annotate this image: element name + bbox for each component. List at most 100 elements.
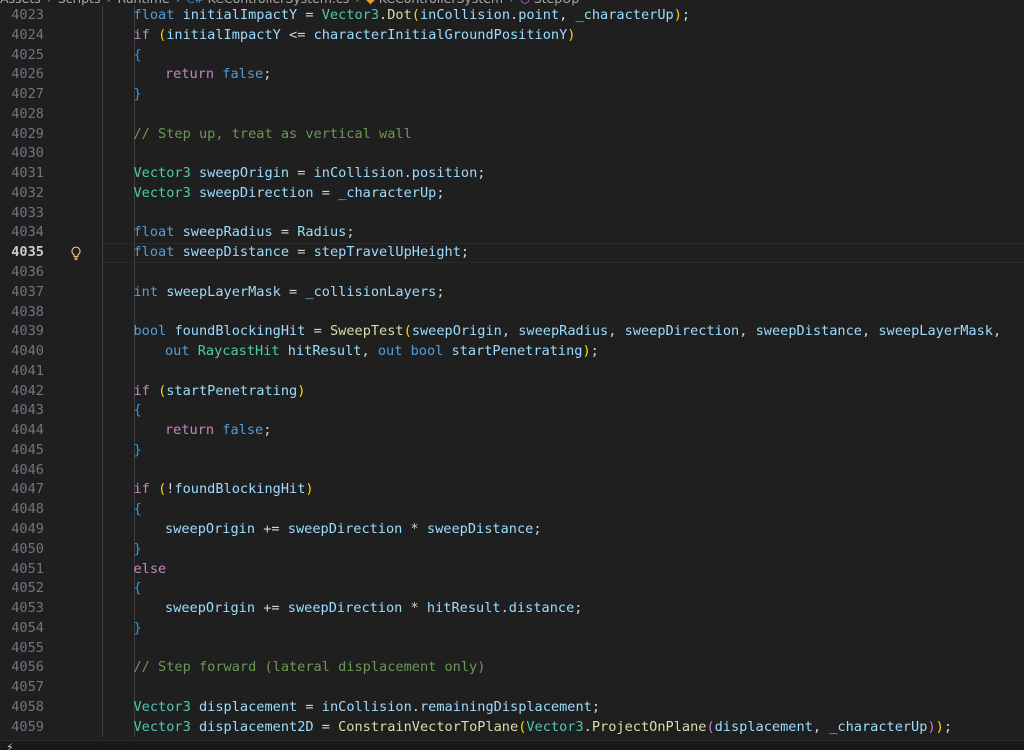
line-number[interactable]: 4037	[0, 283, 44, 303]
code-text[interactable]: {	[134, 46, 142, 66]
code-text[interactable]: sweepOrigin += sweepDirection * hitResul…	[165, 599, 582, 619]
line-number[interactable]: 4032	[0, 184, 44, 204]
code-line[interactable]: 4048 {	[0, 500, 1024, 521]
code-line[interactable]: 4059 Vector3 displacement2D = ConstrainVe…	[0, 717, 1024, 738]
line-number[interactable]: 4038	[0, 303, 44, 323]
code-line[interactable]: 4039 bool foundBlockingHit = SweepTest(sw…	[0, 322, 1024, 343]
code-line[interactable]: 4054}	[0, 618, 1024, 639]
line-number[interactable]: 4048	[0, 500, 44, 520]
code-text[interactable]: bool foundBlockingHit = SweepTest(sweepO…	[134, 322, 1002, 342]
line-number[interactable]: 4028	[0, 105, 44, 125]
code-line[interactable]: 4025 {	[0, 45, 1024, 66]
code-line[interactable]: 4050}	[0, 539, 1024, 560]
code-line[interactable]: 4049 sweepOrigin += sweepDirection * swee…	[0, 520, 1024, 540]
code-text[interactable]: float initialImpactY = Vector3.Dot(inCol…	[134, 6, 691, 26]
lightbulb-icon[interactable]	[68, 245, 84, 261]
line-number[interactable]: 4045	[0, 441, 44, 461]
code-line[interactable]: 4055	[0, 638, 1024, 659]
code-line[interactable]: 4037 int sweepLayerMask = _collisionLayer…	[0, 282, 1024, 303]
line-number[interactable]: 4058	[0, 698, 44, 718]
code-line[interactable]: 4056 // Step forward (lateral displacemen…	[0, 658, 1024, 679]
code-text[interactable]: Vector3 sweepOrigin = inCollision.positi…	[134, 164, 486, 184]
code-line[interactable]: 4047 if (!foundBlockingHit)	[0, 480, 1024, 501]
code-line[interactable]: 4033	[0, 203, 1024, 224]
code-line[interactable]: 4051 else	[0, 559, 1024, 580]
code-line[interactable]: 4057	[0, 678, 1024, 698]
code-text[interactable]: float sweepDistance = stepTravelUpHeight…	[134, 243, 470, 263]
code-line[interactable]: 4023 float initialImpactY = Vector3.Dot(i…	[0, 6, 1024, 26]
line-number[interactable]: 4027	[0, 85, 44, 105]
code-line[interactable]: 4038	[0, 302, 1024, 323]
code-line[interactable]: 4052 {	[0, 579, 1024, 600]
code-line[interactable]: 4029 // Step up, treat as vertical wall	[0, 124, 1024, 145]
line-number[interactable]: 4031	[0, 164, 44, 184]
line-number[interactable]: 4046	[0, 461, 44, 481]
line-number[interactable]: 4053	[0, 599, 44, 619]
code-line[interactable]: 4035 float sweepDistance = stepTravelUpHe…	[0, 243, 1024, 263]
code-text[interactable]: // Step up, treat as vertical wall	[134, 125, 412, 145]
line-number[interactable]: 4025	[0, 46, 44, 66]
code-text[interactable]: else	[134, 560, 167, 580]
code-text[interactable]: return false;	[165, 65, 271, 85]
code-line[interactable]: 4028	[0, 104, 1024, 125]
line-number[interactable]: 4023	[0, 6, 44, 26]
code-text[interactable]: }	[134, 540, 142, 560]
line-number[interactable]: 4054	[0, 619, 44, 639]
line-number[interactable]: 4055	[0, 639, 44, 659]
code-line[interactable]: 4040 out RaycastHit hitResult, out bool s…	[0, 342, 1024, 362]
line-number[interactable]: 4057	[0, 678, 44, 698]
code-text[interactable]: if (!foundBlockingHit)	[134, 480, 314, 500]
code-line[interactable]: 4041	[0, 361, 1024, 382]
code-text[interactable]: {	[134, 401, 142, 421]
line-number[interactable]: 4034	[0, 223, 44, 243]
code-text[interactable]: Vector3 sweepDirection = _characterUp;	[134, 184, 445, 204]
code-text[interactable]: }	[134, 85, 142, 105]
code-line[interactable]: 4024 if (initialImpactY <= characterIniti…	[0, 25, 1024, 46]
code-text[interactable]: if (initialImpactY <= characterInitialGr…	[134, 26, 576, 46]
code-text[interactable]: }	[134, 619, 142, 639]
line-number[interactable]: 4030	[0, 144, 44, 164]
code-text[interactable]: {	[134, 579, 142, 599]
line-number[interactable]: 4033	[0, 204, 44, 224]
code-text[interactable]: {	[134, 500, 142, 520]
line-number[interactable]: 4026	[0, 65, 44, 85]
line-number[interactable]: 4044	[0, 421, 44, 441]
code-line[interactable]: 4046	[0, 460, 1024, 481]
line-number[interactable]: 4040	[0, 342, 44, 362]
line-number[interactable]: 4024	[0, 26, 44, 46]
line-number[interactable]: 4043	[0, 401, 44, 421]
code-text[interactable]: sweepOrigin += sweepDirection * sweepDis…	[165, 520, 542, 540]
line-number[interactable]: 4039	[0, 322, 44, 342]
code-line[interactable]: 4042 if (startPenetrating)	[0, 381, 1024, 402]
code-line[interactable]: 4031 Vector3 sweepOrigin = inCollision.po…	[0, 164, 1024, 184]
code-line[interactable]: 4026 return false;	[0, 65, 1024, 86]
code-text[interactable]: // Step forward (lateral displacement on…	[134, 658, 486, 678]
code-text[interactable]: int sweepLayerMask = _collisionLayers;	[134, 283, 445, 303]
code-text[interactable]: Vector3 displacement = inCollision.remai…	[134, 698, 601, 718]
line-number[interactable]: 4041	[0, 362, 44, 382]
code-text[interactable]: }	[134, 441, 142, 461]
code-text[interactable]: Vector3 displacement2D = ConstrainVector…	[134, 718, 953, 738]
code-line[interactable]: 4034 float sweepRadius = Radius;	[0, 223, 1024, 244]
code-text[interactable]: out RaycastHit hitResult, out bool start…	[165, 342, 599, 362]
code-text[interactable]: return false;	[165, 421, 271, 441]
line-number[interactable]: 4042	[0, 382, 44, 402]
line-number[interactable]: 4049	[0, 520, 44, 540]
line-number[interactable]: 4059	[0, 718, 44, 738]
line-number[interactable]: 4056	[0, 658, 44, 678]
code-line[interactable]: 4044 return false;	[0, 421, 1024, 441]
line-number[interactable]: 4036	[0, 263, 44, 283]
code-line[interactable]: 4045}	[0, 440, 1024, 461]
line-number[interactable]: 4051	[0, 560, 44, 580]
code-line[interactable]: 4058 Vector3 displacement = inCollision.r…	[0, 697, 1024, 718]
line-number[interactable]: 4052	[0, 579, 44, 599]
code-line[interactable]: 4030	[0, 144, 1024, 165]
code-text[interactable]: if (startPenetrating)	[134, 382, 306, 402]
code-line[interactable]: 4036	[0, 263, 1024, 283]
code-line[interactable]: 4027}	[0, 85, 1024, 105]
code-line[interactable]: 4032 Vector3 sweepDirection = _characterU…	[0, 183, 1024, 204]
line-number[interactable]: 4050	[0, 540, 44, 560]
line-number[interactable]: 4047	[0, 480, 44, 500]
code-line[interactable]: 4043 {	[0, 401, 1024, 422]
line-number[interactable]: 4035	[0, 243, 44, 263]
